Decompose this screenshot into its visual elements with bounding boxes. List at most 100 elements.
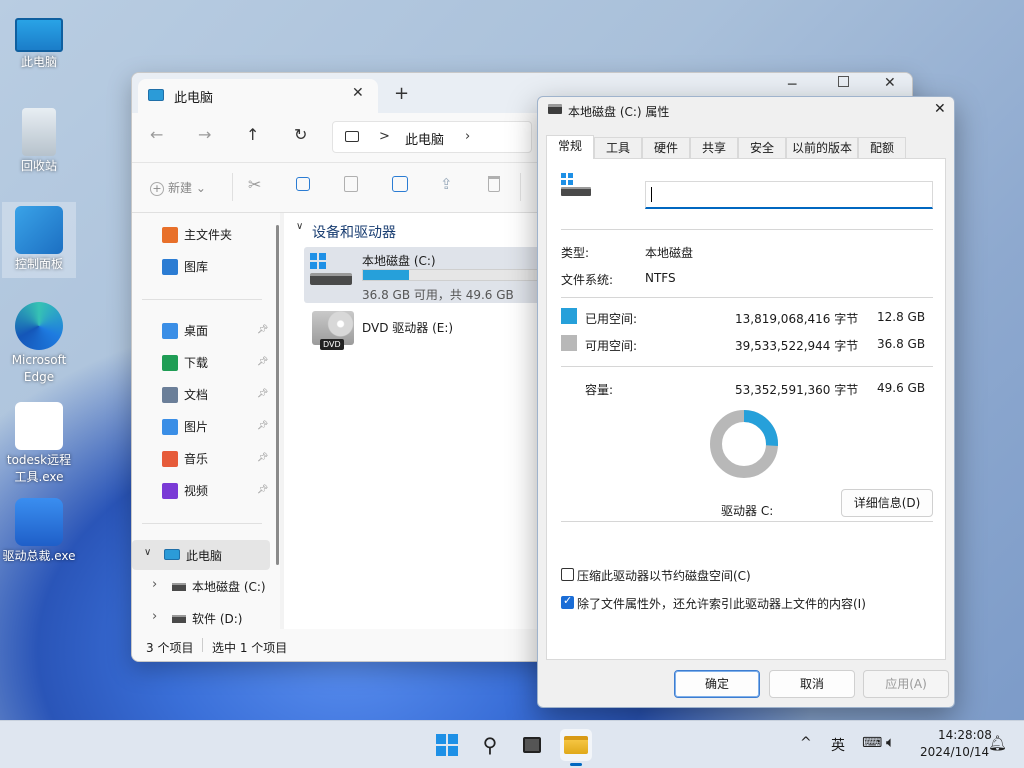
forward-arrow-icon[interactable]: → xyxy=(198,125,211,144)
pin-icon[interactable]: 📌︎ xyxy=(257,325,268,335)
capacity-bytes: 53,352,591,360 字节 xyxy=(735,383,859,397)
usage-donut-chart xyxy=(710,410,778,478)
drive-name-input[interactable] xyxy=(645,181,933,209)
dialog-tab[interactable]: 共享 xyxy=(690,137,738,159)
tray-overflow-icon[interactable]: ^ xyxy=(800,735,812,751)
nav-item-label: 本地磁盘 (C:) xyxy=(192,580,266,594)
general-tab-panel: 类型: 本地磁盘 文件系统: NTFS 已用空间: 13,819,068,416… xyxy=(546,158,946,660)
expand-chevron-icon[interactable]: › xyxy=(152,577,157,592)
pin-icon[interactable]: 📌︎ xyxy=(257,389,268,399)
dialog-tab[interactable]: 常规 xyxy=(546,135,594,159)
divider xyxy=(561,229,933,230)
back-arrow-icon[interactable]: ← xyxy=(150,125,163,144)
drive-e-tile[interactable]: DVD DVD 驱动器 (E:) xyxy=(304,309,544,357)
pin-icon[interactable]: 📌︎ xyxy=(257,357,268,367)
plus-circle-icon: + xyxy=(150,182,164,196)
delete-icon[interactable] xyxy=(488,176,500,192)
type-label: 类型: xyxy=(561,246,590,260)
close-window-button[interactable]: ✕ xyxy=(884,75,896,91)
desktop-shortcut[interactable]: 回收站 xyxy=(2,104,76,175)
navigation-pane: ∨ 此电脑 主文件夹图库桌面 📌︎ 下载 📌︎ 文档 📌︎ 图片 📌︎ 音乐 📌︎ 视频 📌︎ › 本地磁… xyxy=(132,213,280,629)
pin-icon[interactable]: 📌︎ xyxy=(257,421,268,431)
nav-item[interactable]: 主文件夹 xyxy=(162,221,232,249)
refresh-icon[interactable]: ↻ xyxy=(294,125,307,144)
share-icon[interactable]: ⇪ xyxy=(440,175,453,193)
recycle-bin-icon xyxy=(22,108,56,156)
nav-item-label: 音乐 xyxy=(184,452,209,466)
apply-button[interactable]: 应用(A) xyxy=(863,670,949,698)
ok-button[interactable]: 确定 xyxy=(674,670,760,698)
nav-this-pc[interactable]: ∨ 此电脑 xyxy=(132,540,270,570)
nav-item[interactable]: 本地磁盘 (C:) xyxy=(172,573,266,601)
nav-item-label: 桌面 xyxy=(184,324,209,338)
explorer-tab[interactable]: 此电脑 ✕ xyxy=(138,79,378,113)
driver-tool-icon xyxy=(15,498,63,546)
desktop-shortcut[interactable]: todesk远程工具.exe xyxy=(2,398,76,486)
copy-icon[interactable] xyxy=(296,177,310,191)
rename-icon[interactable] xyxy=(392,176,408,192)
dialog-tab[interactable]: 工具 xyxy=(594,137,642,159)
notification-bell-icon[interactable]: 🔔︎ xyxy=(988,734,1007,752)
cancel-button[interactable]: 取消 xyxy=(769,670,855,698)
pin-icon[interactable]: 📌︎ xyxy=(257,485,268,495)
drive-c-name: 本地磁盘 (C:) xyxy=(362,254,436,268)
nav-item[interactable]: 图库 xyxy=(162,253,208,281)
nav-item[interactable]: 文档 xyxy=(162,381,208,409)
nav-item[interactable]: 下载 xyxy=(162,349,208,377)
compress-checkbox[interactable] xyxy=(561,568,574,581)
desktop-shortcut-label: 驱动总裁.exe xyxy=(2,549,76,563)
start-button[interactable] xyxy=(431,729,463,761)
details-button[interactable]: 详细信息(D) xyxy=(841,489,933,517)
this-pc-small-icon xyxy=(164,549,180,560)
index-checkbox[interactable]: ✓ xyxy=(561,594,574,609)
desktop-shortcut[interactable]: 此电脑 xyxy=(2,8,76,71)
download-icon xyxy=(162,355,178,371)
nav-item[interactable]: 视频 xyxy=(162,477,208,505)
compress-label: 压缩此驱动器以节约磁盘空间(C) xyxy=(577,569,751,583)
volume-icon[interactable]: 🔈︎ xyxy=(886,733,895,751)
minimize-button[interactable]: ─ xyxy=(788,77,796,93)
dialog-tab[interactable]: 配额 xyxy=(858,137,906,159)
maximize-button[interactable] xyxy=(838,76,849,87)
dialog-tab[interactable]: 以前的版本 xyxy=(786,137,858,159)
up-arrow-icon[interactable]: ↑ xyxy=(246,125,259,144)
ime-indicator[interactable]: 英 xyxy=(831,735,845,755)
this-pc-small-icon xyxy=(148,89,164,101)
cut-icon[interactable]: ✂ xyxy=(248,175,261,194)
free-space-gb: 36.8 GB xyxy=(877,337,926,351)
divider xyxy=(232,173,233,201)
pin-icon[interactable]: 📌︎ xyxy=(257,453,268,463)
nav-item[interactable]: 音乐 xyxy=(162,445,208,473)
nav-item[interactable]: 桌面 xyxy=(162,317,208,345)
drive-c-usage-bar xyxy=(362,269,544,281)
used-space-bytes: 13,819,068,416 字节 xyxy=(735,312,859,326)
drive-c-tile[interactable]: 本地磁盘 (C:) 36.8 GB 可用，共 49.6 GB xyxy=(304,247,544,303)
new-tab-button[interactable]: + xyxy=(394,83,409,104)
dialog-tab[interactable]: 安全 xyxy=(738,137,786,159)
desktop-shortcut[interactable]: 控制面板 xyxy=(2,202,76,278)
section-collapse-icon[interactable]: ∨ xyxy=(296,221,303,232)
search-button[interactable]: ⚲ xyxy=(474,729,506,761)
desktop-shortcut[interactable]: Microsoft Edge xyxy=(2,298,76,386)
clock-date[interactable]: 2024/10/14 xyxy=(920,745,989,759)
videos-icon xyxy=(162,483,178,499)
filesystem-label: 文件系统: xyxy=(561,273,614,287)
address-bar[interactable]: > 此电脑 › xyxy=(332,121,532,153)
task-view-button[interactable] xyxy=(516,729,548,761)
desktop-shortcut[interactable]: 驱动总裁.exe xyxy=(2,494,76,565)
tab-close-icon[interactable]: ✕ xyxy=(352,85,364,101)
expand-chevron-icon: ∨ xyxy=(144,547,152,558)
dialog-tab[interactable]: 硬件 xyxy=(642,137,690,159)
clock-time[interactable]: 14:28:08 xyxy=(938,728,992,742)
file-explorer-taskbar-button[interactable] xyxy=(560,729,592,766)
paste-icon[interactable] xyxy=(344,176,358,192)
nav-item-label: 主文件夹 xyxy=(184,228,233,242)
new-button[interactable]: + 新建 ⌄ xyxy=(150,179,206,196)
expand-chevron-icon[interactable]: › xyxy=(152,609,157,624)
ime-mode-icon[interactable]: ⌨ xyxy=(862,735,882,751)
dialog-close-icon[interactable]: ✕ xyxy=(934,101,946,117)
free-color-swatch xyxy=(561,335,577,351)
nav-item[interactable]: 图片 xyxy=(162,413,208,441)
desktop-folder-icon xyxy=(162,323,178,339)
nav-scrollbar[interactable] xyxy=(276,225,279,565)
